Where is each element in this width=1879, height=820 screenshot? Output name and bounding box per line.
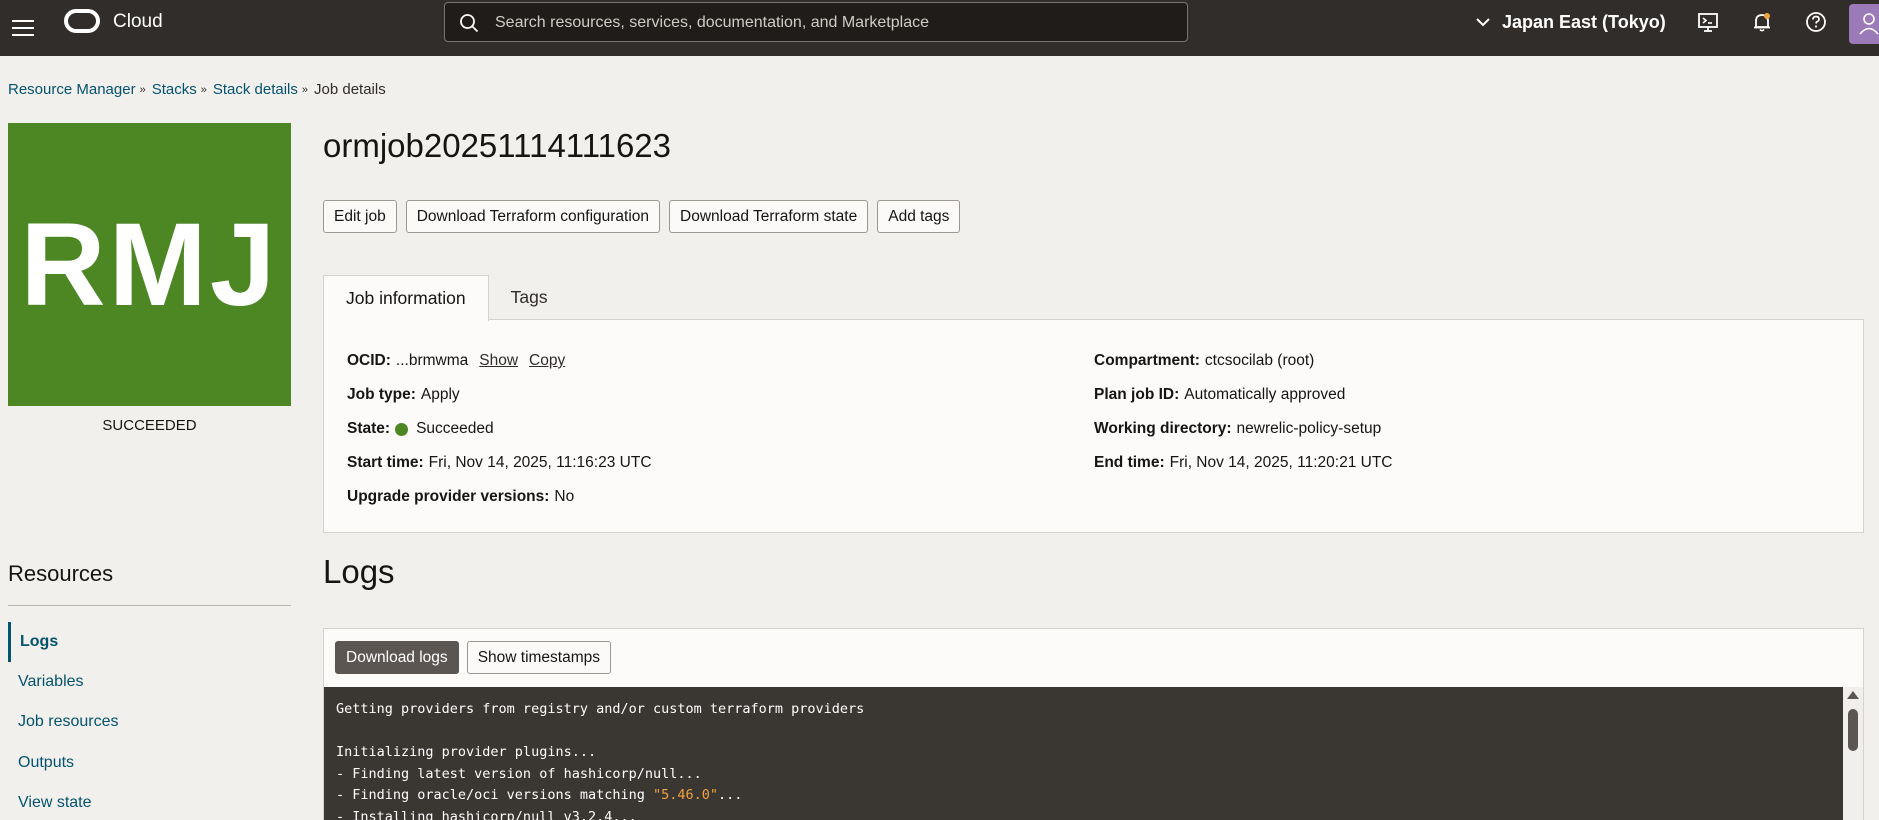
bell-icon[interactable] — [1751, 11, 1773, 33]
resources-heading: Resources — [8, 561, 114, 586]
breadcrumb-stacks[interactable]: Stacks — [152, 81, 197, 99]
end-time-row: End time: Fri, Nov 14, 2025, 11:20:21 UT… — [1094, 454, 1392, 472]
breadcrumb: Resource Manager » Stacks » Stack detail… — [8, 81, 386, 99]
resource-item-logs[interactable]: Logs — [8, 622, 291, 662]
region-label: Japan East (Tokyo) — [1502, 11, 1666, 32]
compartment-value: ctcsocilab (root) — [1204, 352, 1315, 369]
plan-job-id-label: Plan job ID: — [1094, 386, 1180, 403]
ocid-label: OCID: — [347, 352, 391, 369]
status-success-icon — [395, 422, 409, 436]
log-scrollbar[interactable] — [1843, 687, 1863, 820]
plan-job-id-row: Plan job ID: Automatically approved — [1094, 386, 1345, 404]
resources-divider — [8, 605, 291, 606]
search-input[interactable]: Search resources, services, documentatio… — [444, 2, 1188, 42]
log-lines: Getting providers from registry and/or c… — [336, 699, 864, 820]
scroll-up-icon[interactable] — [1847, 691, 1859, 699]
menu-icon[interactable] — [12, 15, 34, 39]
end-time-value: Fri, Nov 14, 2025, 11:20:21 UTC — [1169, 454, 1393, 471]
log-line: - Finding latest version of hashicorp/nu… — [336, 765, 702, 782]
job-badge-status: SUCCEEDED — [102, 417, 197, 434]
download-terraform-configuration-button[interactable]: Download Terraform configuration — [405, 200, 661, 233]
oracle-logo-icon[interactable] — [64, 9, 100, 33]
ocid-row: OCID: ...brmwma Show Copy — [347, 352, 565, 370]
log-console[interactable]: Getting providers from registry and/or c… — [324, 687, 1863, 820]
download-terraform-state-button[interactable]: Download Terraform state — [669, 200, 869, 233]
upgrade-provider-value: No — [554, 488, 575, 505]
breadcrumb-resource-manager[interactable]: Resource Manager — [8, 81, 136, 99]
page-title: ormjob20251114111623 — [323, 127, 672, 164]
job-type-row: Job type: Apply — [347, 386, 460, 404]
working-directory-label: Working directory: — [1094, 420, 1232, 437]
logs-toolbar: Download logs Show timestamps — [335, 641, 612, 674]
state-value: Succeeded — [416, 420, 494, 437]
state-label: State: — [347, 420, 391, 437]
search-icon — [460, 14, 479, 33]
resource-item-variables[interactable]: Variables — [8, 662, 291, 702]
compartment-label: Compartment: — [1094, 352, 1200, 369]
working-directory-value: newrelic-policy-setup — [1236, 420, 1382, 437]
chevron-down-icon — [1476, 18, 1490, 27]
log-line: Initializing provider plugins... — [336, 744, 597, 760]
working-directory-row: Working directory: newrelic-policy-setup — [1094, 420, 1381, 438]
log-line-text: - Finding oracle/oci versions matching — [336, 787, 653, 803]
upgrade-provider-row: Upgrade provider versions: No — [347, 488, 574, 506]
tab-tags[interactable]: Tags — [489, 275, 570, 320]
upgrade-provider-label: Upgrade provider versions: — [347, 488, 550, 505]
log-line-suffix: ... — [718, 787, 743, 803]
breadcrumb-separator: » — [139, 84, 146, 96]
start-time-label: Start time: — [347, 454, 424, 471]
start-time-value: Fri, Nov 14, 2025, 11:16:23 UTC — [428, 454, 652, 471]
tab-job-information[interactable]: Job information — [323, 275, 489, 321]
state-row: State: Succeeded — [347, 420, 494, 438]
resource-item-view-state[interactable]: View state — [8, 783, 291, 820]
log-line: Getting providers from registry and/or c… — [336, 701, 865, 717]
job-type-label: Job type: — [347, 386, 416, 403]
ocid-value: ...brmwma — [395, 352, 469, 369]
help-icon[interactable] — [1805, 11, 1827, 33]
start-time-row: Start time: Fri, Nov 14, 2025, 11:16:23 … — [347, 454, 652, 472]
top-navigation-bar: Cloud Search resources, services, docume… — [0, 0, 1879, 56]
compartment-row: Compartment: ctcsocilab (root) — [1094, 352, 1314, 370]
detail-tabs: Job information Tags — [323, 275, 570, 321]
show-timestamps-button[interactable]: Show timestamps — [466, 641, 612, 674]
job-information-panel: OCID: ...brmwma Show Copy Job type: Appl… — [323, 319, 1864, 533]
log-version-highlight: "5.46.0" — [652, 787, 719, 803]
logs-panel: Download logs Show timestamps Getting pr… — [323, 628, 1864, 820]
ocid-show-link[interactable]: Show — [479, 352, 518, 370]
action-toolbar: Edit job Download Terraform configuratio… — [323, 200, 961, 233]
ocid-copy-link[interactable]: Copy — [529, 352, 565, 370]
edit-job-button[interactable]: Edit job — [323, 200, 397, 233]
resource-item-outputs[interactable]: Outputs — [8, 743, 291, 783]
end-time-label: End time: — [1094, 454, 1165, 471]
add-tags-button[interactable]: Add tags — [877, 200, 961, 233]
user-icon[interactable] — [1849, 4, 1879, 44]
region-selector[interactable]: Japan East (Tokyo) — [1474, 11, 1666, 33]
brand-label[interactable]: Cloud — [113, 11, 163, 33]
breadcrumb-stack-details[interactable]: Stack details — [213, 81, 298, 99]
log-line: - Finding oracle/oci versions matching "… — [336, 785, 864, 807]
cloud-shell-icon[interactable] — [1697, 11, 1719, 33]
search-placeholder: Search resources, services, documentatio… — [495, 14, 929, 31]
plan-job-id-value: Automatically approved — [1184, 386, 1346, 403]
resource-item-job-resources[interactable]: Job resources — [8, 702, 291, 742]
download-logs-button[interactable]: Download logs — [335, 641, 459, 674]
scroll-thumb[interactable] — [1848, 709, 1858, 751]
log-line: - Installing hashicorp/null v3.2.4... — [336, 808, 637, 820]
job-badge: RMJ — [8, 123, 291, 406]
job-type-value: Apply — [420, 386, 460, 403]
job-badge-initials: RMJ — [20, 198, 279, 331]
breadcrumb-separator: » — [301, 84, 309, 96]
breadcrumb-separator: » — [200, 84, 207, 96]
breadcrumb-current: Job details — [314, 81, 386, 98]
logs-heading: Logs — [323, 553, 395, 590]
